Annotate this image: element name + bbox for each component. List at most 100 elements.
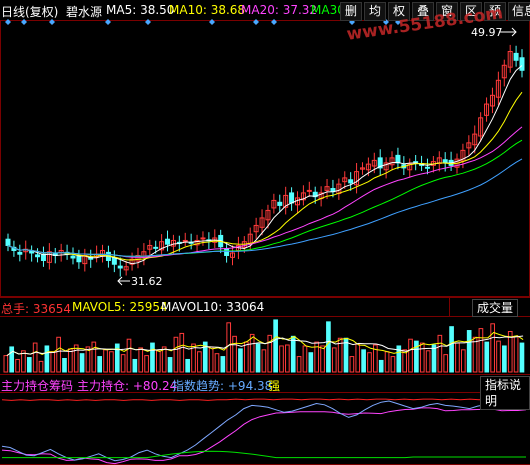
volume-bar bbox=[414, 340, 419, 373]
volume-bar bbox=[425, 350, 431, 373]
volume-bar bbox=[419, 342, 425, 373]
chart-canvas[interactable] bbox=[0, 0, 530, 465]
signal-diamond bbox=[105, 19, 111, 25]
candle-body bbox=[424, 166, 430, 169]
volume-bar bbox=[185, 358, 190, 373]
candle-body bbox=[5, 238, 11, 246]
candle-body bbox=[111, 257, 117, 265]
volume-bar bbox=[466, 330, 472, 373]
hold-magenta-line bbox=[1, 407, 527, 465]
volume-bar bbox=[478, 328, 484, 373]
volume-bar bbox=[455, 342, 460, 373]
volume-bar bbox=[285, 344, 290, 373]
indicator-help-button[interactable]: 指标说明 bbox=[480, 376, 530, 410]
ma60-line bbox=[7, 158, 523, 257]
volume-bar bbox=[9, 346, 15, 373]
volume-bar bbox=[150, 342, 155, 373]
volume-bar bbox=[73, 344, 79, 373]
candle-body bbox=[519, 57, 525, 71]
volume-bar bbox=[355, 343, 361, 373]
volume-bar bbox=[408, 338, 413, 373]
volume-bar bbox=[437, 334, 443, 373]
trend-red-line bbox=[1, 398, 527, 401]
volume-bar bbox=[361, 349, 366, 373]
volume-bar bbox=[214, 353, 220, 373]
bottom-green-line bbox=[2, 450, 526, 459]
candle-body bbox=[17, 251, 23, 255]
period-label[interactable]: 日线(复权) bbox=[1, 3, 58, 20]
volume-bar bbox=[161, 346, 167, 373]
volume-bar bbox=[384, 351, 390, 373]
volume-bar bbox=[144, 355, 149, 373]
volume-bar bbox=[50, 351, 56, 373]
volume-bar bbox=[390, 356, 396, 373]
main-hold-readout: 主力持仓: +80.24 bbox=[77, 377, 177, 394]
volume-bar bbox=[155, 350, 161, 373]
mavol10-line bbox=[6, 335, 524, 357]
volume-bar bbox=[490, 323, 495, 373]
volume-bar bbox=[114, 343, 120, 373]
volume-bar bbox=[326, 321, 331, 373]
volume-bar bbox=[208, 346, 214, 373]
signal-diamond bbox=[253, 19, 259, 25]
main-hold-value: +80.24 bbox=[132, 379, 178, 393]
volume-bar bbox=[243, 341, 249, 373]
strength-label: 强 bbox=[268, 379, 281, 393]
stock-name: 碧水源 bbox=[66, 5, 103, 19]
volume-bar bbox=[484, 341, 490, 373]
index-trend-readout: 指数趋势: +94.38 bbox=[172, 377, 272, 394]
total-volume-readout: 总手: 33654 bbox=[1, 300, 71, 317]
mavol5-readout: MAVOL5: 25954 bbox=[72, 300, 168, 314]
delete-button[interactable]: 删 bbox=[340, 2, 362, 21]
candle-body bbox=[289, 192, 295, 204]
volume-bar bbox=[502, 345, 507, 373]
volume-bar bbox=[308, 352, 314, 373]
ma20-label: MA20: bbox=[241, 3, 279, 17]
main-hold-label: 主力持仓: bbox=[77, 379, 130, 393]
candle-body bbox=[200, 237, 206, 240]
signal-diamond bbox=[145, 19, 151, 25]
volume-bar bbox=[120, 354, 126, 373]
candle-body bbox=[513, 52, 519, 61]
mavol5-label: MAVOL5: bbox=[72, 300, 126, 314]
volume-bar bbox=[378, 359, 384, 373]
volume-bar bbox=[44, 345, 50, 373]
volume-bar bbox=[3, 355, 9, 373]
low-price-label: 31.62 bbox=[131, 275, 163, 288]
volume-bar bbox=[331, 347, 337, 373]
indicator-title: 主力持仓筹码 bbox=[1, 379, 74, 393]
volume-bar bbox=[179, 332, 185, 373]
volume-bar bbox=[367, 352, 372, 373]
average-button[interactable]: 均 bbox=[364, 2, 386, 21]
volume-bar bbox=[97, 356, 103, 373]
volume-bar bbox=[519, 342, 525, 373]
volume-bar bbox=[91, 341, 97, 373]
volume-bar bbox=[496, 340, 501, 373]
volume-bar bbox=[126, 338, 132, 373]
mavol10-readout: MAVOL10: 33064 bbox=[161, 300, 264, 314]
volume-bar bbox=[220, 356, 226, 373]
volume-bar bbox=[138, 347, 144, 373]
candle-body bbox=[117, 265, 123, 269]
volume-bar bbox=[232, 335, 237, 373]
volume-bar bbox=[349, 356, 355, 373]
volume-bar bbox=[56, 336, 61, 373]
low-price-arrow bbox=[117, 276, 130, 286]
ma10-readout: MA10: 38.68 bbox=[169, 3, 245, 17]
volume-bar bbox=[68, 348, 73, 373]
ma10-label: MA10: bbox=[169, 3, 207, 17]
candle-body bbox=[182, 239, 188, 242]
index-trend-label: 指数趋势: bbox=[172, 379, 225, 393]
volume-bar bbox=[255, 343, 261, 373]
volume-bar bbox=[320, 345, 325, 373]
high-price-label: 49.97 bbox=[471, 26, 503, 39]
volume-bar bbox=[249, 333, 255, 373]
volume-bar bbox=[290, 335, 296, 373]
candle-body bbox=[395, 154, 401, 164]
volume-indicator-button[interactable]: 成交量 bbox=[472, 299, 519, 317]
volume-bar bbox=[302, 345, 308, 373]
info-button[interactable]: 信息 bbox=[508, 2, 530, 21]
volume-bar bbox=[62, 358, 67, 373]
volume-bar bbox=[132, 358, 138, 373]
volume-bar bbox=[273, 319, 278, 373]
